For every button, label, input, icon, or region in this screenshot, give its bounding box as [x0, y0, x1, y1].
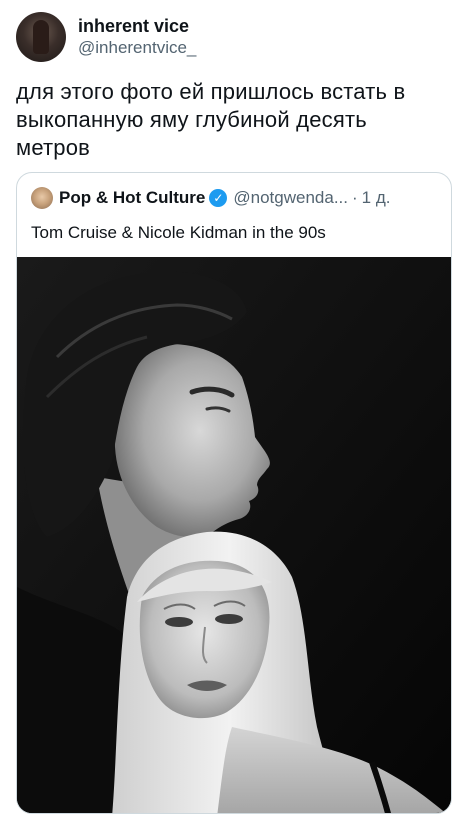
quoted-tweet-header: Pop & Hot Culture ✓ @notgwenda... · 1 д.: [31, 187, 439, 209]
woman-eye-right: [215, 614, 243, 624]
quoted-tweet-text: Tom Cruise & Nicole Kidman in the 90s: [31, 223, 326, 242]
verified-badge-icon: ✓: [209, 189, 228, 207]
photo-illustration: [17, 257, 451, 813]
author-handle[interactable]: @inherentvice_: [78, 37, 196, 59]
avatar-figure: [33, 20, 49, 54]
quoted-tweet-time[interactable]: 1 д.: [362, 188, 391, 208]
quoted-author-handle[interactable]: @notgwenda...: [233, 188, 348, 208]
tweet-text: для этого фото ей пришлось встать в выко…: [16, 79, 406, 160]
author-names: inherent vice @inherentvice_: [78, 15, 196, 59]
quoted-tweet-photo[interactable]: [17, 257, 451, 813]
author-avatar[interactable]: [16, 12, 66, 62]
author-display-name[interactable]: inherent vice: [78, 15, 196, 37]
quoted-author-name[interactable]: Pop & Hot Culture: [59, 188, 205, 208]
tweet-header: inherent vice @inherentvice_: [16, 12, 196, 62]
quoted-tweet[interactable]: Pop & Hot Culture ✓ @notgwenda... · 1 д.…: [16, 172, 452, 814]
woman-eye-left: [165, 617, 193, 627]
separator-dot: ·: [352, 188, 358, 207]
quoted-author-avatar[interactable]: [31, 187, 53, 209]
